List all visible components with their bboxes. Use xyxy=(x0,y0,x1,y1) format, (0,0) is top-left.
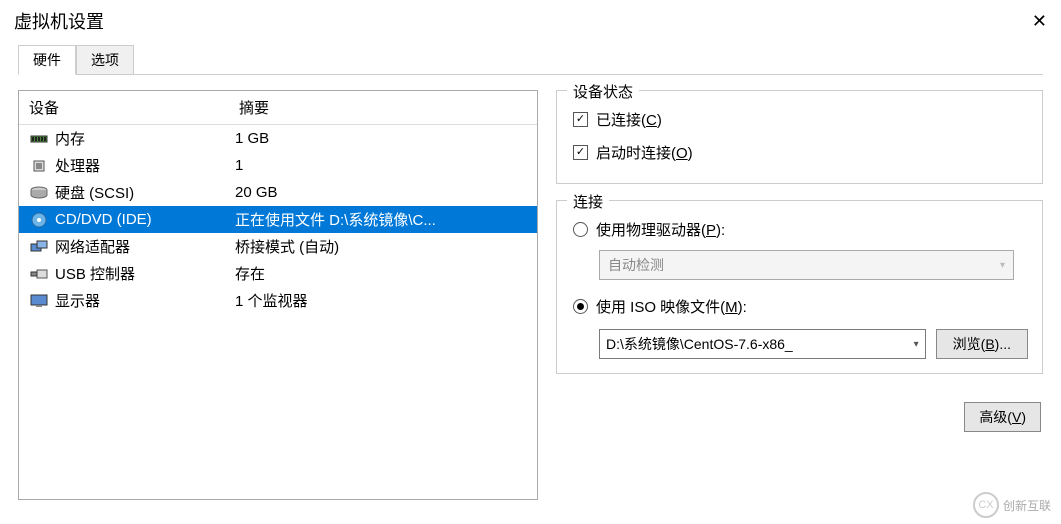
device-row[interactable]: 显示器1 个监视器 xyxy=(19,287,537,314)
close-icon[interactable]: ✕ xyxy=(1032,11,1047,32)
device-summary: 1 个监视器 xyxy=(235,290,537,311)
header-device: 设备 xyxy=(19,97,235,118)
device-label: 内存 xyxy=(55,128,235,149)
device-summary: 存在 xyxy=(235,263,537,284)
device-row[interactable]: 网络适配器桥接模式 (自动) xyxy=(19,233,537,260)
radio-icon xyxy=(573,222,588,237)
device-label: CD/DVD (IDE) xyxy=(55,211,235,228)
device-summary: 桥接模式 (自动) xyxy=(235,236,537,257)
device-label: 硬盘 (SCSI) xyxy=(55,182,235,203)
device-row[interactable]: 处理器1 xyxy=(19,152,537,179)
display-icon xyxy=(29,293,49,309)
device-status-legend: 设备状态 xyxy=(567,81,639,102)
startup-label: 启动时连接(O) xyxy=(596,142,693,163)
radio-iso-file[interactable]: 使用 ISO 映像文件(M): xyxy=(571,290,1028,323)
browse-button[interactable]: 浏览(B)... xyxy=(936,329,1028,359)
radio-icon xyxy=(573,299,588,314)
device-row[interactable]: CD/DVD (IDE)正在使用文件 D:\系统镜像\C... xyxy=(19,206,537,233)
tab-strip: 硬件 选项 xyxy=(18,45,1043,75)
device-label: 显示器 xyxy=(55,290,235,311)
watermark-text: 创新互联 xyxy=(1003,497,1051,514)
header-summary: 摘要 xyxy=(235,97,537,118)
iso-input-row: D:\系统镜像\CentOS-7.6-x86_ ▾ 浏览(B)... xyxy=(599,329,1028,359)
connection-legend: 连接 xyxy=(567,191,609,212)
content-area: 设备 摘要 内存1 GB处理器1硬盘 (SCSI)20 GBCD/DVD (ID… xyxy=(0,74,1061,500)
device-list-header: 设备 摘要 xyxy=(19,91,537,125)
device-summary: 20 GB xyxy=(235,184,537,201)
iso-file-label: 使用 ISO 映像文件(M): xyxy=(596,296,747,317)
chevron-down-icon: ▾ xyxy=(1000,260,1005,271)
device-row[interactable]: 硬盘 (SCSI)20 GB xyxy=(19,179,537,206)
device-status-group: 设备状态 ✓ 已连接(C) ✓ 启动时连接(O) xyxy=(556,90,1043,184)
cpu-icon xyxy=(29,158,49,174)
device-row[interactable]: 内存1 GB xyxy=(19,125,537,152)
cd-icon xyxy=(29,212,49,228)
startup-connect-checkbox-row[interactable]: ✓ 启动时连接(O) xyxy=(571,136,1028,169)
device-summary: 正在使用文件 D:\系统镜像\C... xyxy=(235,209,537,230)
tab-options[interactable]: 选项 xyxy=(76,45,134,74)
connection-group: 连接 使用物理驱动器(P): 自动检测 ▾ 使用 ISO 映像文件(M): xyxy=(556,200,1043,374)
window-title: 虚拟机设置 xyxy=(14,8,104,34)
check-icon: ✓ xyxy=(573,145,588,160)
chevron-down-icon: ▾ xyxy=(914,339,919,350)
connected-checkbox-row[interactable]: ✓ 已连接(C) xyxy=(571,103,1028,136)
bottom-button-row: 高级(V) xyxy=(556,390,1043,432)
physical-drive-label: 使用物理驱动器(P): xyxy=(596,219,725,240)
device-label: 处理器 xyxy=(55,155,235,176)
memory-icon xyxy=(29,131,49,147)
check-icon: ✓ xyxy=(573,112,588,127)
radio-physical-drive[interactable]: 使用物理驱动器(P): xyxy=(571,213,1028,246)
physical-drive-select: 自动检测 ▾ xyxy=(599,250,1014,280)
device-summary: 1 xyxy=(235,157,537,174)
title-bar: 虚拟机设置 ✕ xyxy=(0,0,1061,40)
device-row[interactable]: USB 控制器存在 xyxy=(19,260,537,287)
right-pane: 设备状态 ✓ 已连接(C) ✓ 启动时连接(O) 连接 使用物理驱动器(P xyxy=(556,90,1043,500)
iso-path-input[interactable]: D:\系统镜像\CentOS-7.6-x86_ ▾ xyxy=(599,329,926,359)
watermark: CX 创新互联 xyxy=(973,492,1051,518)
device-label: USB 控制器 xyxy=(55,263,235,284)
advanced-button[interactable]: 高级(V) xyxy=(964,402,1041,432)
device-summary: 1 GB xyxy=(235,130,537,147)
usb-icon xyxy=(29,266,49,282)
net-icon xyxy=(29,239,49,255)
connected-label: 已连接(C) xyxy=(596,109,662,130)
device-list: 设备 摘要 内存1 GB处理器1硬盘 (SCSI)20 GBCD/DVD (ID… xyxy=(18,90,538,500)
device-label: 网络适配器 xyxy=(55,236,235,257)
disk-icon xyxy=(29,185,49,201)
tab-hardware[interactable]: 硬件 xyxy=(18,45,76,75)
watermark-icon: CX xyxy=(973,492,999,518)
